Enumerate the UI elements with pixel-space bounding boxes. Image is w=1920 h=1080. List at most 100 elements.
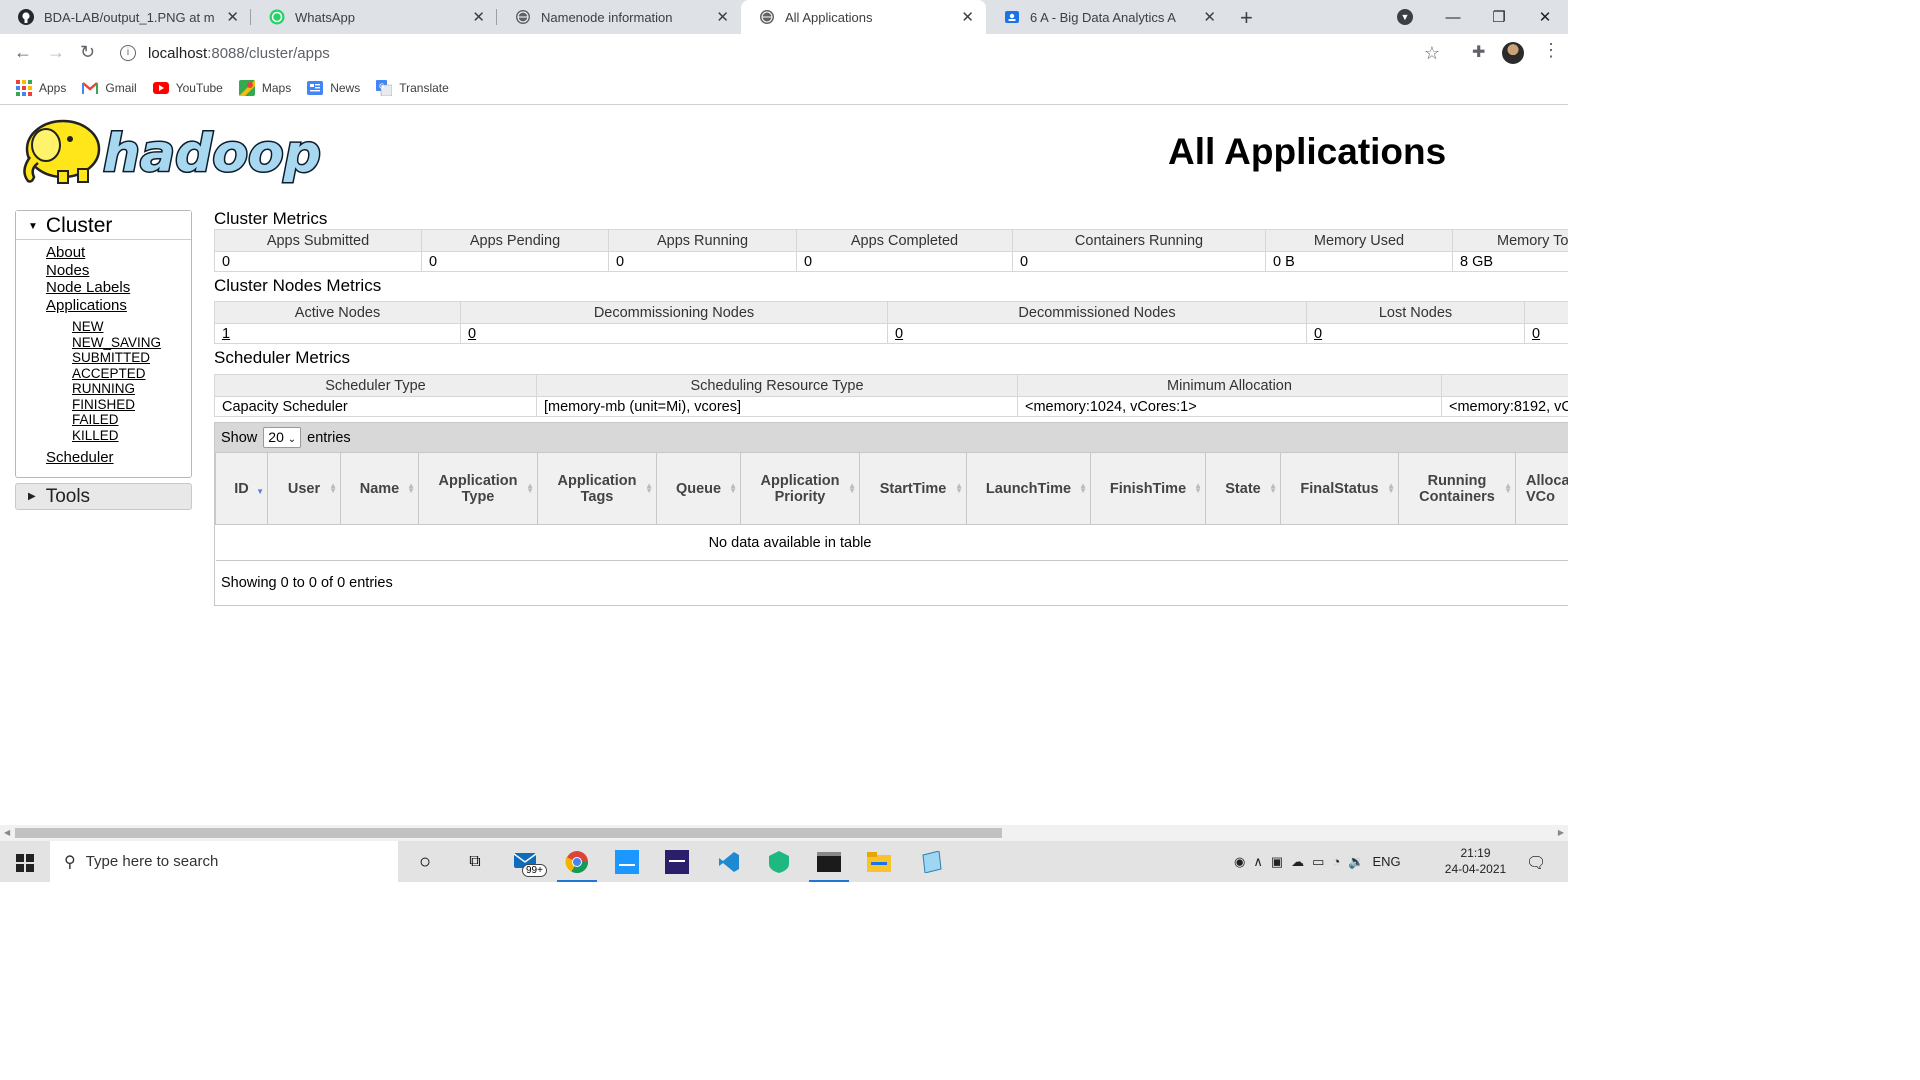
column-header-start-time[interactable]: StartTime ▲ ▼ [859, 452, 967, 525]
windows-start-icon[interactable] [16, 854, 34, 877]
tab-big-data-analytics[interactable]: 6 A - Big Data Analytics A ✕ [986, 0, 1228, 34]
column-header-allocated-cpu-vcores[interactable]: Alloca CP VCo [1515, 452, 1568, 525]
sidebar-link-scheduler[interactable]: Scheduler [46, 449, 191, 467]
terminal-icon[interactable] [809, 849, 849, 882]
column-header-finish-time[interactable]: FinishTime ▲ ▼ [1090, 452, 1206, 525]
close-tab-icon[interactable]: ✕ [1203, 8, 1216, 26]
tab-whatsapp[interactable]: WhatsApp ✕ [251, 0, 497, 34]
cortana-icon[interactable]: ○ [412, 849, 438, 875]
volume-icon[interactable]: 🔉 [1348, 854, 1364, 870]
column-label: Application Type [438, 472, 518, 505]
minimize-icon[interactable]: — [1430, 9, 1476, 26]
tab-namenode[interactable]: Namenode information ✕ [497, 0, 741, 34]
tab-search-icon[interactable]: ▼ [1397, 9, 1413, 25]
hadoop-logo[interactable]: hadoop [18, 111, 323, 191]
column-header-running-containers[interactable]: Running Containers ▲ ▼ [1398, 452, 1516, 525]
horizontal-scrollbar[interactable]: ◀ ▶ [0, 825, 1568, 841]
site-info-icon[interactable]: i [120, 45, 136, 61]
language-indicator[interactable]: ENG [1373, 854, 1401, 869]
sidebar-link-nodes[interactable]: Nodes [46, 262, 191, 280]
decommissioned-nodes-link[interactable]: 0 [895, 326, 903, 342]
system-tray: ◉ ∧ ▣ ☁ ▭ ◔ 🔉 ENG [1234, 841, 1409, 882]
wifi-icon[interactable]: ◔ [1332, 854, 1340, 869]
browser-toolbar: ← → ↻ i localhost:8088/cluster/apps ☆ [0, 34, 1568, 72]
vscode-icon[interactable] [716, 849, 742, 875]
reload-icon[interactable]: ↻ [80, 42, 95, 63]
close-tab-icon[interactable]: ✕ [226, 8, 239, 26]
cluster-header[interactable]: ▼ Cluster [16, 211, 191, 240]
active-nodes-link[interactable]: 1 [222, 326, 230, 342]
column-header-queue[interactable]: Queue ▲ ▼ [656, 452, 741, 525]
bookmark-apps[interactable]: Apps [16, 80, 66, 96]
lost-nodes-link[interactable]: 0 [1314, 326, 1322, 342]
bookmark-youtube[interactable]: YouTube [152, 80, 223, 96]
app-state-finished[interactable]: FINISHED [72, 397, 191, 413]
app-state-failed[interactable]: FAILED [72, 412, 191, 428]
meet-now-icon[interactable]: ▣ [1271, 854, 1283, 870]
bookmark-news[interactable]: News [307, 80, 360, 96]
close-tab-icon[interactable]: ✕ [961, 8, 974, 26]
chrome-icon[interactable] [557, 849, 597, 882]
sidebar-link-applications[interactable]: Applications [46, 297, 191, 315]
back-icon[interactable]: ← [14, 42, 32, 63]
column-header-user[interactable]: User ▲ ▼ [267, 452, 341, 525]
bookmark-star-icon[interactable]: ☆ [1424, 43, 1440, 64]
file-explorer-icon[interactable] [866, 849, 892, 875]
extensions-icon[interactable]: ✚ [1472, 42, 1485, 62]
close-window-icon[interactable]: ✕ [1522, 8, 1568, 26]
sidebar-link-node-labels[interactable]: Node Labels [46, 279, 191, 297]
taskbar-clock[interactable]: 21:19 24-04-2021 [1438, 845, 1513, 877]
tab-github[interactable]: BDA-LAB/output_1.PNG at main ✕ [0, 0, 251, 34]
prime-video-icon[interactable] [614, 849, 640, 875]
bookmark-label: YouTube [175, 81, 223, 95]
close-tab-icon[interactable]: ✕ [716, 8, 729, 26]
column-header-id[interactable]: ID ▼ [215, 452, 268, 525]
column-header-name[interactable]: Name ▲ ▼ [340, 452, 419, 525]
column-header-launch-time[interactable]: LaunchTime ▲ ▼ [966, 452, 1091, 525]
close-tab-icon[interactable]: ✕ [472, 8, 485, 26]
tab-all-applications[interactable]: All Applications ✕ [741, 0, 986, 34]
sidebar-link-about[interactable]: About [46, 244, 191, 262]
forward-icon[interactable]: → [47, 42, 65, 63]
metric-cell: 0 [460, 323, 888, 344]
bookmark-translate[interactable]: G Translate [376, 80, 449, 96]
bookmark-maps[interactable]: Maps [238, 80, 291, 96]
vpn-shield-icon[interactable] [766, 849, 792, 875]
entries-select[interactable]: 20 ⌄ [263, 427, 302, 448]
scrollbar-thumb[interactable] [15, 828, 1002, 838]
task-view-icon[interactable]: ⧉ [462, 849, 488, 875]
app-state-accepted[interactable]: ACCEPTED [72, 366, 191, 382]
app-state-new[interactable]: NEW [72, 319, 191, 335]
unhealthy-nodes-link[interactable]: 0 [1532, 326, 1540, 342]
decommissioning-nodes-link[interactable]: 0 [468, 326, 476, 342]
url-text[interactable]: localhost:8088/cluster/apps [148, 45, 330, 62]
browser-menu-icon[interactable]: ⋮ [1542, 40, 1560, 61]
notifications-icon[interactable]: 🗨 [1526, 853, 1546, 873]
address-bar[interactable]: i localhost:8088/cluster/apps ☆ [110, 37, 1460, 69]
onedrive-cloud-icon[interactable]: ☁ [1291, 854, 1304, 870]
app-state-new-saving[interactable]: NEW_SAVING [72, 335, 191, 351]
battery-icon[interactable]: ▭ [1312, 854, 1324, 870]
profile-avatar[interactable] [1502, 42, 1524, 64]
new-tab-icon[interactable]: + [1240, 5, 1253, 31]
app-state-killed[interactable]: KILLED [72, 428, 191, 444]
bookmark-gmail[interactable]: Gmail [82, 80, 137, 96]
column-header-application-type[interactable]: Application Type ▲ ▼ [418, 452, 538, 525]
app-tray-icon[interactable]: ◉ [1234, 854, 1245, 870]
restore-icon[interactable]: ❐ [1476, 8, 1522, 26]
tools-header[interactable]: ▶ Tools [15, 482, 192, 510]
column-header-final-status[interactable]: FinalStatus ▲ ▼ [1280, 452, 1399, 525]
app-state-submitted[interactable]: SUBMITTED [72, 350, 191, 366]
column-header-application-tags[interactable]: Application Tags ▲ ▼ [537, 452, 657, 525]
scroll-right-icon[interactable]: ▶ [1558, 828, 1564, 837]
column-header-application-priority[interactable]: Application Priority ▲ ▼ [740, 452, 860, 525]
mail-icon[interactable]: 99+ [514, 849, 547, 877]
app-state-running[interactable]: RUNNING [72, 381, 191, 397]
metric-value: 0 [214, 251, 422, 272]
show-hidden-icons-icon[interactable]: ∧ [1253, 854, 1263, 870]
column-header-state[interactable]: State ▲ ▼ [1205, 452, 1281, 525]
notepad-icon[interactable] [918, 849, 944, 875]
scroll-left-icon[interactable]: ◀ [4, 828, 10, 837]
taskbar-search-input[interactable]: ⚲ Type here to search [50, 841, 398, 882]
amazon-music-icon[interactable] [664, 849, 690, 875]
